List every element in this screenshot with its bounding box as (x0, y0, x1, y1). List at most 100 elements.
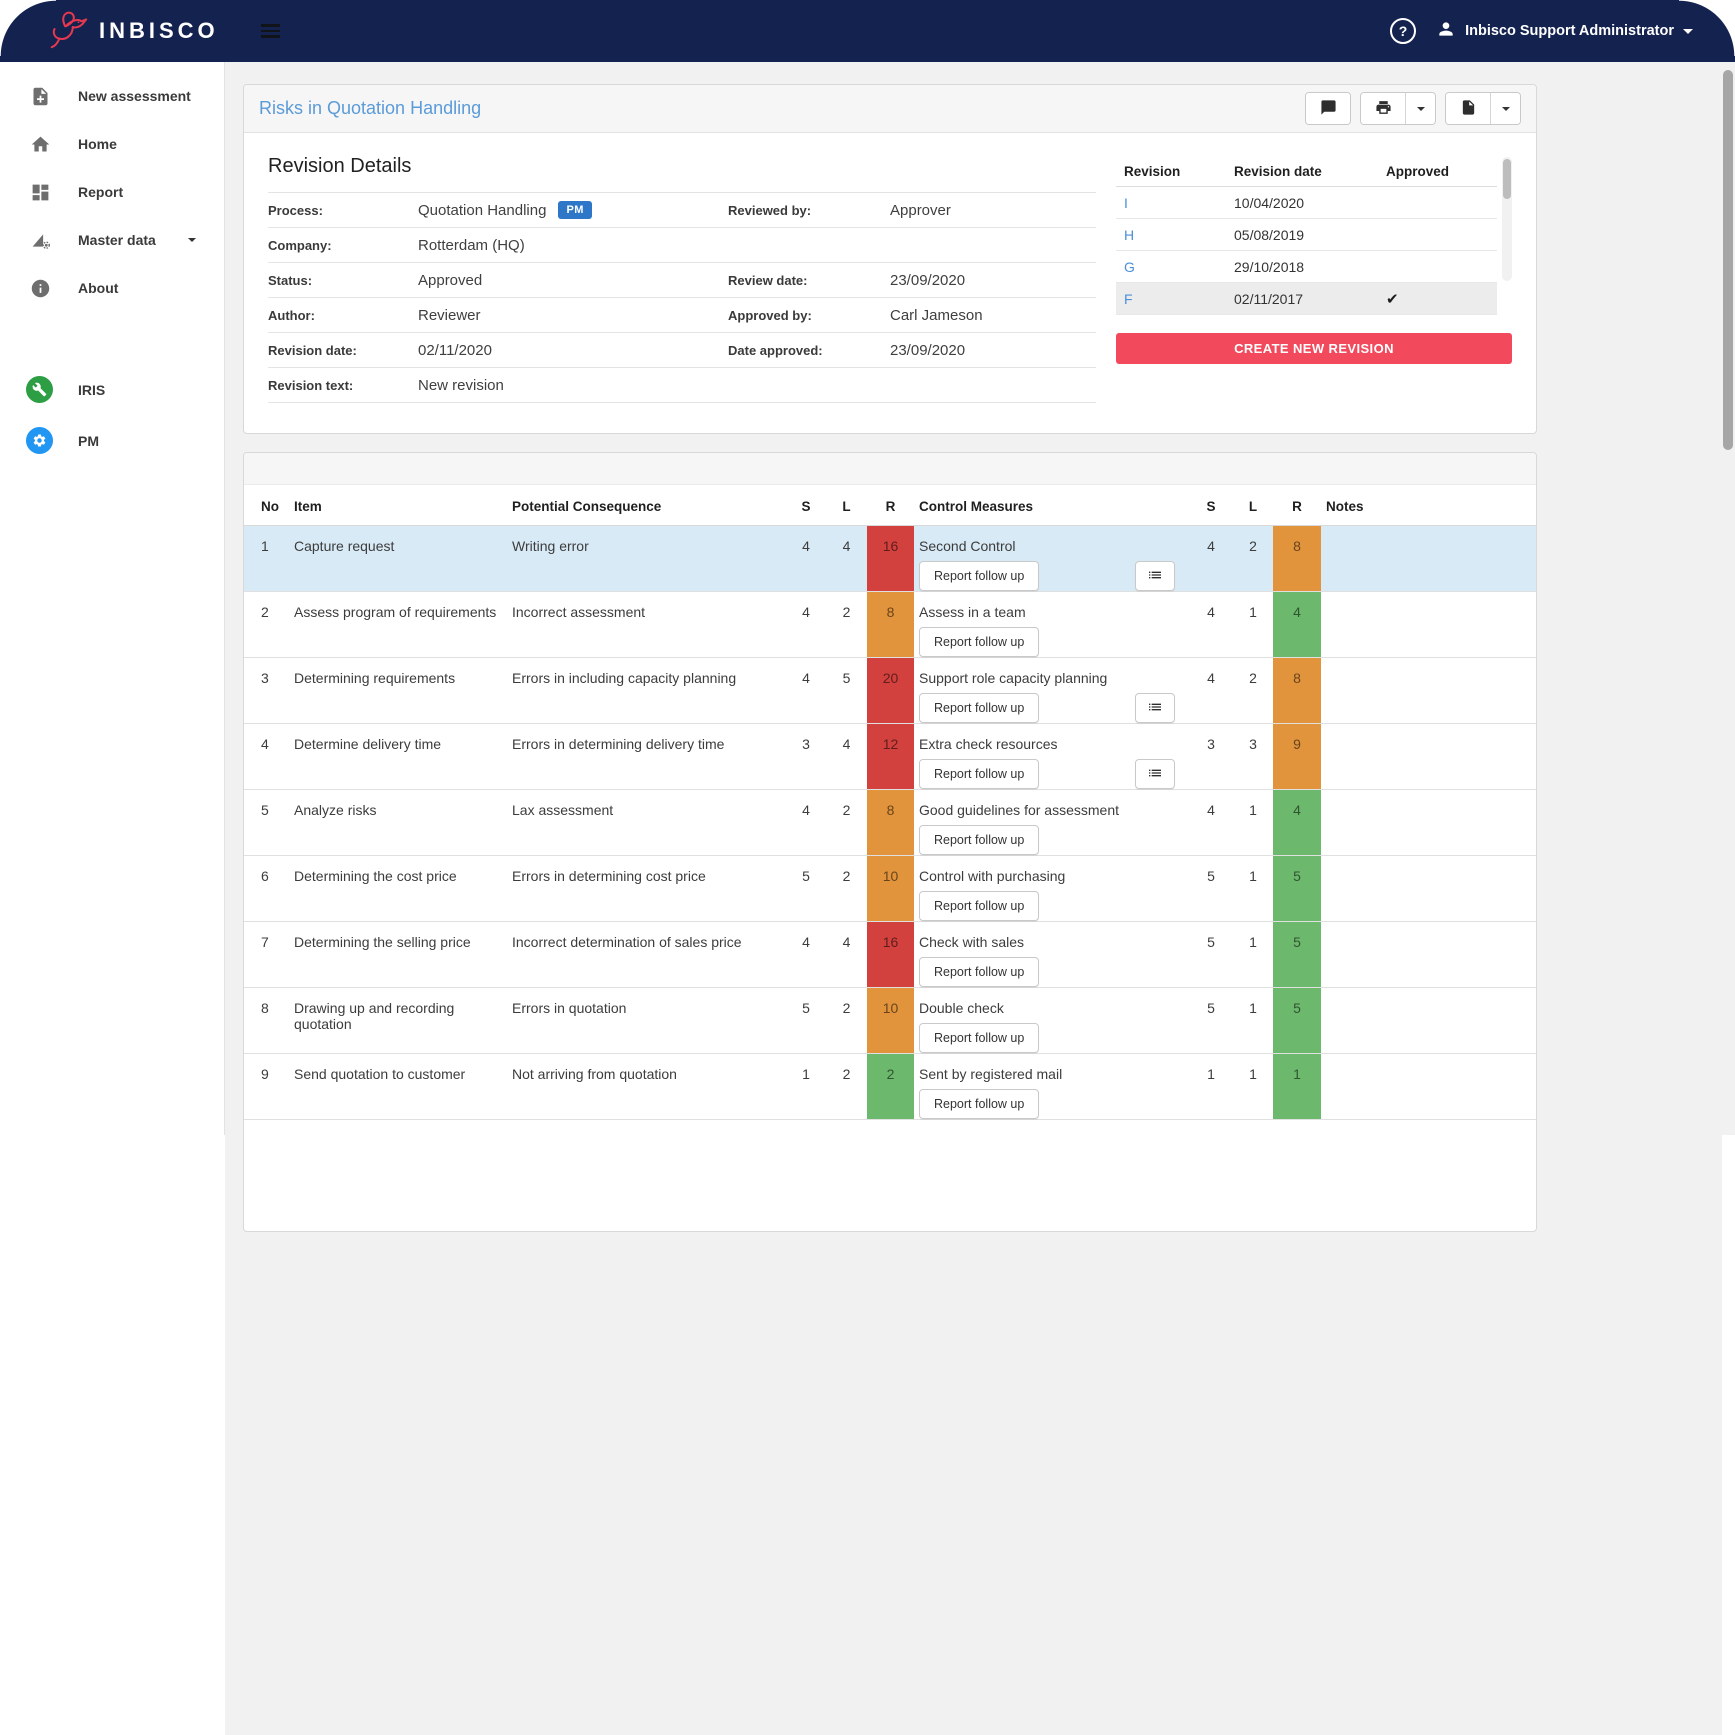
report-follow-up-button[interactable]: Report follow up (919, 957, 1039, 987)
detail-value: 23/09/2020 (890, 342, 1096, 359)
column-header-item-1: Item (294, 499, 512, 514)
detail-label: Process: (268, 203, 418, 218)
sidebar-app-label: PM (78, 433, 99, 449)
risk-row[interactable]: 1Capture requestWriting error4416Second … (244, 526, 1536, 592)
revision-history-scrollbar[interactable] (1502, 157, 1512, 281)
risk-no: 1 (244, 526, 294, 591)
detail-value: Reviewer (418, 307, 481, 324)
revision-link[interactable]: I (1116, 195, 1234, 211)
residual-likelihood: 1 (1233, 856, 1273, 921)
residual-severity: 5 (1189, 922, 1233, 987)
note-add-icon (28, 84, 52, 108)
risk-notes (1321, 724, 1536, 789)
risk-likelihood: 4 (826, 922, 867, 987)
scrollbar-thumb[interactable] (1503, 159, 1511, 199)
detail-label: Company: (268, 238, 418, 253)
risk-row[interactable]: 9Send quotation to customerNot arriving … (244, 1054, 1536, 1120)
column-header-l-8: L (1233, 499, 1273, 514)
revision-row[interactable]: I10/04/2020 (1116, 187, 1497, 219)
control-measure: Second Control (919, 538, 1175, 554)
revision-details-heading: Revision Details (268, 147, 1096, 193)
revision-row[interactable]: F02/11/2017✔ (1116, 283, 1497, 315)
risk-table-header: NoItemPotential ConsequenceSLRControl Me… (244, 485, 1536, 526)
risk-score-badge: 10 (867, 988, 914, 1053)
brand-name: INBISCO (99, 18, 219, 44)
revision-row[interactable]: H05/08/2019 (1116, 219, 1497, 251)
report-follow-up-button[interactable]: Report follow up (919, 627, 1039, 657)
report-follow-up-button[interactable]: Report follow up (919, 561, 1039, 591)
brand-logo[interactable]: INBISCO (44, 6, 219, 57)
menu-toggle-button[interactable] (255, 18, 286, 44)
create-new-revision-button[interactable]: CREATE NEW REVISION (1116, 333, 1512, 364)
revision-link[interactable]: F (1116, 291, 1234, 307)
detail-value: Approver (890, 202, 1096, 219)
user-menu[interactable]: Inbisco Support Administrator (1436, 19, 1693, 43)
risk-table-card: NoItemPotential ConsequenceSLRControl Me… (243, 452, 1537, 1232)
residual-score-badge: 5 (1273, 922, 1321, 987)
risk-consequence: Not arriving from quotation (512, 1054, 786, 1119)
follow-up-list-button[interactable] (1135, 693, 1175, 723)
risk-table-body: 1Capture requestWriting error4416Second … (244, 526, 1536, 1120)
comments-button[interactable] (1306, 93, 1350, 124)
list-icon (1147, 699, 1163, 718)
print-options-dropdown[interactable] (1405, 93, 1435, 124)
window-scrollbar[interactable] (1722, 62, 1735, 1135)
help-button[interactable]: ? (1390, 18, 1416, 44)
revision-row[interactable]: G29/10/2018 (1116, 251, 1497, 283)
sidebar: New assessment HomeReportMaster dataAbout… (0, 62, 225, 1135)
risk-row[interactable]: 8Drawing up and recording quotationError… (244, 988, 1536, 1054)
risk-row[interactable]: 2Assess program of requirementsIncorrect… (244, 592, 1536, 658)
chevron-down-icon (1417, 107, 1425, 111)
page-header: Risks in Quotation Handling (244, 85, 1536, 133)
sidebar-app-iris[interactable]: IRIS (0, 364, 224, 415)
report-follow-up-button[interactable]: Report follow up (919, 1089, 1039, 1119)
risk-score-badge: 12 (867, 724, 914, 789)
column-header-approved: Approved (1374, 164, 1497, 179)
sidebar-item-report[interactable]: Report (0, 168, 224, 216)
print-button[interactable] (1361, 93, 1405, 124)
risk-likelihood: 5 (826, 658, 867, 723)
risk-likelihood: 2 (826, 790, 867, 855)
export-document-button[interactable] (1446, 93, 1490, 124)
revision-link[interactable]: H (1116, 227, 1234, 243)
report-follow-up-button[interactable]: Report follow up (919, 759, 1039, 789)
detail-value: Approved (418, 272, 482, 289)
risk-notes (1321, 592, 1536, 657)
sidebar-item-about[interactable]: About (0, 264, 224, 312)
sidebar-item-home[interactable]: Home (0, 120, 224, 168)
sidebar-item-master-data[interactable]: Master data (0, 216, 224, 264)
risk-row[interactable]: 7Determining the selling priceIncorrect … (244, 922, 1536, 988)
risk-consequence: Errors in determining cost price (512, 856, 786, 921)
follow-up-list-button[interactable] (1135, 561, 1175, 591)
risk-consequence: Lax assessment (512, 790, 786, 855)
risk-row[interactable]: 4Determine delivery timeErrors in determ… (244, 724, 1536, 790)
control-measure: Check with sales (919, 934, 1175, 950)
risk-table-toolbar (244, 453, 1536, 485)
control-measure: Good guidelines for assessment (919, 802, 1175, 818)
sidebar-item-label: New assessment (78, 88, 191, 104)
sidebar-app-pm[interactable]: PM (0, 415, 224, 466)
report-follow-up-button[interactable]: Report follow up (919, 1023, 1039, 1053)
risk-severity: 4 (786, 790, 826, 855)
sidebar-item-new-assessment[interactable]: New assessment (0, 72, 224, 120)
revision-date: 05/08/2019 (1234, 227, 1374, 243)
risk-notes (1321, 988, 1536, 1053)
risk-severity: 4 (786, 526, 826, 591)
risk-row[interactable]: 3Determining requirementsErrors in inclu… (244, 658, 1536, 724)
risk-likelihood: 2 (826, 1054, 867, 1119)
revision-link[interactable]: G (1116, 259, 1234, 275)
follow-up-list-button[interactable] (1135, 759, 1175, 789)
risk-severity: 5 (786, 988, 826, 1053)
risk-notes (1321, 922, 1536, 987)
report-follow-up-button[interactable]: Report follow up (919, 693, 1039, 723)
column-header-notes-10: Notes (1321, 499, 1536, 514)
risk-row[interactable]: 5Analyze risksLax assessment428Good guid… (244, 790, 1536, 856)
scrollbar-thumb[interactable] (1723, 70, 1733, 450)
risk-no: 3 (244, 658, 294, 723)
report-follow-up-button[interactable]: Report follow up (919, 891, 1039, 921)
export-options-dropdown[interactable] (1490, 93, 1520, 124)
detail-row-author-: Author:ReviewerApproved by:Carl Jameson (268, 298, 1096, 333)
risk-row[interactable]: 6Determining the cost priceErrors in det… (244, 856, 1536, 922)
detail-row-company-: Company:Rotterdam (HQ) (268, 228, 1096, 263)
report-follow-up-button[interactable]: Report follow up (919, 825, 1039, 855)
